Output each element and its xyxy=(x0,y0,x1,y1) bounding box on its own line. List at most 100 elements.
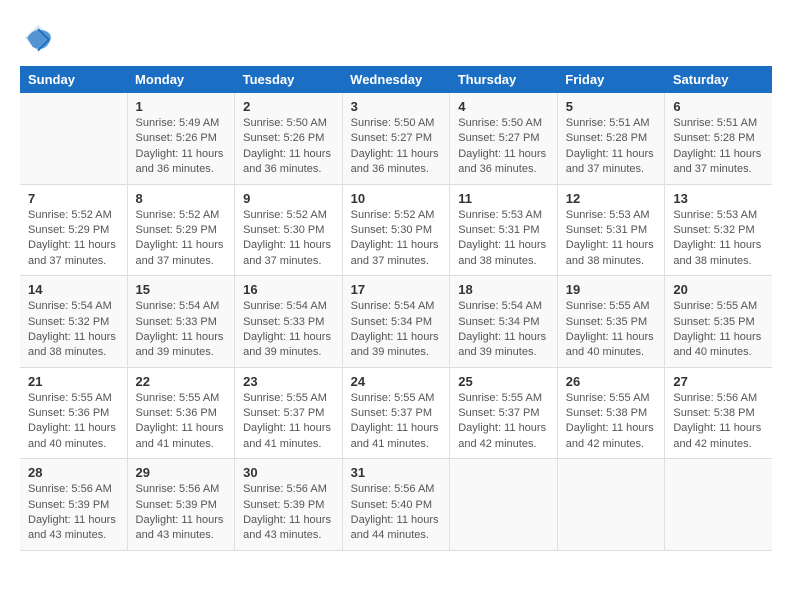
day-number: 8 xyxy=(136,191,227,206)
day-number: 31 xyxy=(351,465,442,480)
day-number: 2 xyxy=(243,99,334,114)
day-number: 27 xyxy=(673,374,764,389)
calendar-cell: 7 Sunrise: 5:52 AM Sunset: 5:29 PM Daylig… xyxy=(20,184,127,276)
day-number: 5 xyxy=(566,99,657,114)
day-info: Sunrise: 5:54 AM Sunset: 5:33 PM Dayligh… xyxy=(136,299,227,361)
calendar-cell: 2 Sunrise: 5:50 AM Sunset: 5:26 PM Daylig… xyxy=(235,93,343,184)
day-info: Sunrise: 5:55 AM Sunset: 5:37 PM Dayligh… xyxy=(458,391,549,453)
calendar-cell: 11 Sunrise: 5:53 AM Sunset: 5:31 PM Dayli… xyxy=(450,184,558,276)
calendar-table: SundayMondayTuesdayWednesdayThursdayFrid… xyxy=(20,66,772,551)
calendar-cell: 3 Sunrise: 5:50 AM Sunset: 5:27 PM Daylig… xyxy=(342,93,450,184)
day-info: Sunrise: 5:56 AM Sunset: 5:39 PM Dayligh… xyxy=(243,482,334,544)
calendar-cell xyxy=(450,459,558,551)
week-row-3: 14 Sunrise: 5:54 AM Sunset: 5:32 PM Dayli… xyxy=(20,276,772,368)
day-info: Sunrise: 5:55 AM Sunset: 5:36 PM Dayligh… xyxy=(28,391,119,453)
day-number: 4 xyxy=(458,99,549,114)
day-header-sunday: Sunday xyxy=(20,66,127,93)
day-number: 11 xyxy=(458,191,549,206)
day-info: Sunrise: 5:50 AM Sunset: 5:27 PM Dayligh… xyxy=(458,116,549,178)
day-info: Sunrise: 5:50 AM Sunset: 5:26 PM Dayligh… xyxy=(243,116,334,178)
calendar-cell: 19Sunrise: 5:55 AM Sunset: 5:35 PM Dayli… xyxy=(557,276,665,368)
day-number: 19 xyxy=(566,282,657,297)
day-info: Sunrise: 5:50 AM Sunset: 5:27 PM Dayligh… xyxy=(351,116,442,178)
day-info: Sunrise: 5:53 AM Sunset: 5:31 PM Dayligh… xyxy=(458,208,549,270)
week-row-5: 28 Sunrise: 5:56 AM Sunset: 5:39 PM Dayli… xyxy=(20,459,772,551)
week-row-2: 7 Sunrise: 5:52 AM Sunset: 5:29 PM Daylig… xyxy=(20,184,772,276)
calendar-cell: 14 Sunrise: 5:54 AM Sunset: 5:32 PM Dayli… xyxy=(20,276,127,368)
day-info: Sunrise: 5:55 AM Sunset: 5:37 PM Dayligh… xyxy=(243,391,334,453)
calendar-cell: 16Sunrise: 5:54 AM Sunset: 5:33 PM Dayli… xyxy=(235,276,343,368)
calendar-cell: 17Sunrise: 5:54 AM Sunset: 5:34 PM Dayli… xyxy=(342,276,450,368)
day-info: Sunrise: 5:52 AM Sunset: 5:29 PM Dayligh… xyxy=(28,208,119,270)
day-header-thursday: Thursday xyxy=(450,66,558,93)
calendar-cell: 6 Sunrise: 5:51 AM Sunset: 5:28 PM Daylig… xyxy=(665,93,772,184)
day-number: 12 xyxy=(566,191,657,206)
calendar-cell: 13 Sunrise: 5:53 AM Sunset: 5:32 PM Dayli… xyxy=(665,184,772,276)
day-number: 29 xyxy=(136,465,227,480)
calendar-cell: 20 Sunrise: 5:55 AM Sunset: 5:35 PM Dayli… xyxy=(665,276,772,368)
logo xyxy=(20,20,60,56)
calendar-cell: 29 Sunrise: 5:56 AM Sunset: 5:39 PM Dayli… xyxy=(127,459,235,551)
days-header-row: SundayMondayTuesdayWednesdayThursdayFrid… xyxy=(20,66,772,93)
calendar-cell: 4 Sunrise: 5:50 AM Sunset: 5:27 PM Daylig… xyxy=(450,93,558,184)
calendar-cell xyxy=(665,459,772,551)
day-info: Sunrise: 5:55 AM Sunset: 5:36 PM Dayligh… xyxy=(136,391,227,453)
day-header-tuesday: Tuesday xyxy=(235,66,343,93)
day-number: 24 xyxy=(351,374,442,389)
calendar-cell: 9 Sunrise: 5:52 AM Sunset: 5:30 PM Daylig… xyxy=(235,184,343,276)
day-info: Sunrise: 5:53 AM Sunset: 5:31 PM Dayligh… xyxy=(566,208,657,270)
day-number: 17 xyxy=(351,282,442,297)
calendar-cell: 26Sunrise: 5:55 AM Sunset: 5:38 PM Dayli… xyxy=(557,367,665,459)
calendar-cell: 22 Sunrise: 5:55 AM Sunset: 5:36 PM Dayli… xyxy=(127,367,235,459)
page-header xyxy=(20,20,772,56)
day-info: Sunrise: 5:51 AM Sunset: 5:28 PM Dayligh… xyxy=(673,116,764,178)
day-number: 25 xyxy=(458,374,549,389)
day-info: Sunrise: 5:55 AM Sunset: 5:35 PM Dayligh… xyxy=(673,299,764,361)
day-number: 7 xyxy=(28,191,119,206)
day-info: Sunrise: 5:54 AM Sunset: 5:32 PM Dayligh… xyxy=(28,299,119,361)
day-info: Sunrise: 5:49 AM Sunset: 5:26 PM Dayligh… xyxy=(136,116,227,178)
calendar-cell: 8Sunrise: 5:52 AM Sunset: 5:29 PM Daylig… xyxy=(127,184,235,276)
day-info: Sunrise: 5:54 AM Sunset: 5:33 PM Dayligh… xyxy=(243,299,334,361)
day-header-wednesday: Wednesday xyxy=(342,66,450,93)
day-number: 21 xyxy=(28,374,119,389)
day-number: 3 xyxy=(351,99,442,114)
day-number: 22 xyxy=(136,374,227,389)
day-number: 6 xyxy=(673,99,764,114)
calendar-cell: 30Sunrise: 5:56 AM Sunset: 5:39 PM Dayli… xyxy=(235,459,343,551)
calendar-cell: 27 Sunrise: 5:56 AM Sunset: 5:38 PM Dayli… xyxy=(665,367,772,459)
calendar-cell: 31Sunrise: 5:56 AM Sunset: 5:40 PM Dayli… xyxy=(342,459,450,551)
day-info: Sunrise: 5:51 AM Sunset: 5:28 PM Dayligh… xyxy=(566,116,657,178)
day-header-friday: Friday xyxy=(557,66,665,93)
day-number: 18 xyxy=(458,282,549,297)
calendar-cell: 15 Sunrise: 5:54 AM Sunset: 5:33 PM Dayli… xyxy=(127,276,235,368)
day-number: 20 xyxy=(673,282,764,297)
day-header-monday: Monday xyxy=(127,66,235,93)
calendar-cell: 18 Sunrise: 5:54 AM Sunset: 5:34 PM Dayli… xyxy=(450,276,558,368)
calendar-cell: 23Sunrise: 5:55 AM Sunset: 5:37 PM Dayli… xyxy=(235,367,343,459)
day-info: Sunrise: 5:56 AM Sunset: 5:38 PM Dayligh… xyxy=(673,391,764,453)
day-info: Sunrise: 5:54 AM Sunset: 5:34 PM Dayligh… xyxy=(458,299,549,361)
day-number: 28 xyxy=(28,465,119,480)
calendar-cell: 12 Sunrise: 5:53 AM Sunset: 5:31 PM Dayli… xyxy=(557,184,665,276)
day-number: 9 xyxy=(243,191,334,206)
day-info: Sunrise: 5:52 AM Sunset: 5:30 PM Dayligh… xyxy=(243,208,334,270)
week-row-1: 1Sunrise: 5:49 AM Sunset: 5:26 PM Daylig… xyxy=(20,93,772,184)
calendar-cell: 21 Sunrise: 5:55 AM Sunset: 5:36 PM Dayli… xyxy=(20,367,127,459)
day-info: Sunrise: 5:55 AM Sunset: 5:37 PM Dayligh… xyxy=(351,391,442,453)
calendar-cell: 1Sunrise: 5:49 AM Sunset: 5:26 PM Daylig… xyxy=(127,93,235,184)
day-number: 13 xyxy=(673,191,764,206)
calendar-cell: 28Sunrise: 5:56 AM Sunset: 5:39 PM Dayli… xyxy=(20,459,127,551)
calendar-cell: 5 Sunrise: 5:51 AM Sunset: 5:28 PM Daylig… xyxy=(557,93,665,184)
week-row-4: 21 Sunrise: 5:55 AM Sunset: 5:36 PM Dayli… xyxy=(20,367,772,459)
day-info: Sunrise: 5:56 AM Sunset: 5:39 PM Dayligh… xyxy=(136,482,227,544)
day-info: Sunrise: 5:53 AM Sunset: 5:32 PM Dayligh… xyxy=(673,208,764,270)
day-info: Sunrise: 5:55 AM Sunset: 5:38 PM Dayligh… xyxy=(566,391,657,453)
calendar-cell: 24 Sunrise: 5:55 AM Sunset: 5:37 PM Dayli… xyxy=(342,367,450,459)
day-number: 14 xyxy=(28,282,119,297)
calendar-cell xyxy=(20,93,127,184)
calendar-cell: 10Sunrise: 5:52 AM Sunset: 5:30 PM Dayli… xyxy=(342,184,450,276)
calendar-cell xyxy=(557,459,665,551)
day-number: 10 xyxy=(351,191,442,206)
day-number: 15 xyxy=(136,282,227,297)
